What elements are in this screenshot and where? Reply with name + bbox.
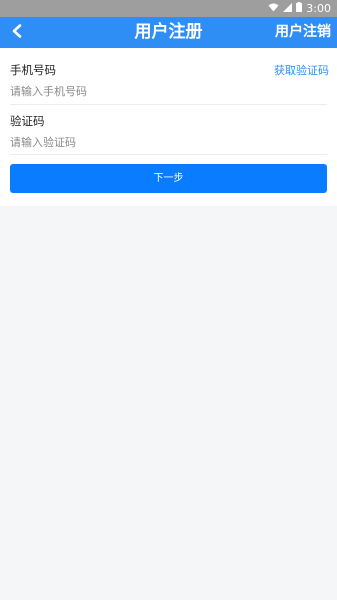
signal-icon (283, 0, 293, 17)
back-button[interactable] (6, 21, 28, 43)
get-code-button[interactable]: 获取验证码 (274, 62, 329, 78)
divider (10, 104, 327, 105)
title-bar: 用户注册 用户注销 (0, 17, 337, 48)
wifi-icon (268, 0, 279, 17)
phone-label: 手机号码 (10, 63, 56, 77)
registration-form: 手机号码 获取验证码 验证码 下一步 (0, 48, 337, 206)
next-button[interactable]: 下一步 (10, 164, 327, 193)
code-input[interactable] (10, 133, 310, 151)
battery-icon (296, 0, 303, 17)
cancel-account-button[interactable]: 用户注销 (275, 17, 331, 48)
phone-input[interactable] (10, 82, 310, 100)
status-time: 3:00 (306, 2, 331, 15)
code-label: 验证码 (10, 114, 45, 128)
status-bar: 3:00 (0, 0, 337, 17)
divider (10, 154, 327, 155)
chevron-left-icon (11, 23, 23, 42)
status-icons: 3:00 (268, 0, 331, 17)
